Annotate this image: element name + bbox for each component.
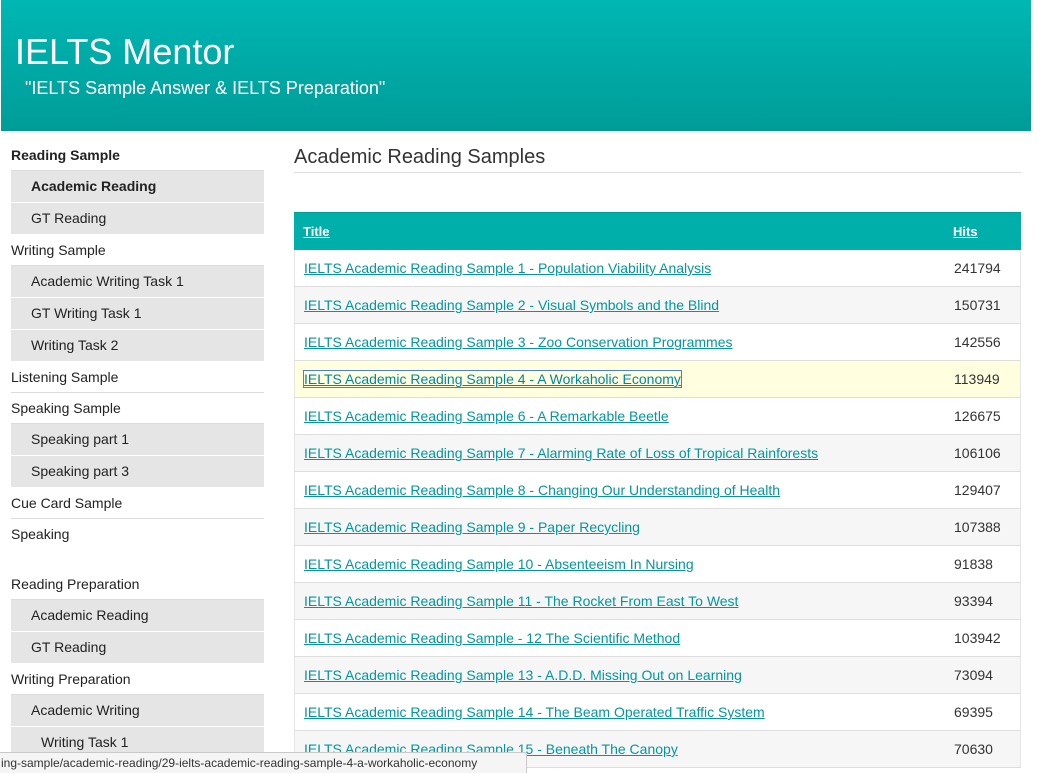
table-row: IELTS Academic Reading Sample 6 - A Rema… xyxy=(294,398,1021,435)
nav-academic-reading-sample[interactable]: Academic Reading xyxy=(11,171,264,203)
hits-count: 93394 xyxy=(954,593,993,609)
nav-writing-preparation[interactable]: Writing Preparation xyxy=(11,664,264,695)
site-title[interactable]: IELTS Mentor xyxy=(15,32,234,72)
nav-speaking-part-3[interactable]: Speaking part 3 xyxy=(11,456,264,488)
table-body: IELTS Academic Reading Sample 1 - Popula… xyxy=(294,250,1021,768)
article-link[interactable]: IELTS Academic Reading Sample - 12 The S… xyxy=(304,630,680,646)
column-header-title[interactable]: Title xyxy=(303,224,330,239)
nav-speaking-part-1[interactable]: Speaking part 1 xyxy=(11,424,264,456)
articles-table: Title Hits IELTS Academic Reading Sample… xyxy=(294,212,1021,768)
site-header: IELTS Mentor "IELTS Sample Answer & IELT… xyxy=(1,0,1031,131)
table-row: IELTS Academic Reading Sample 14 - The B… xyxy=(294,694,1021,731)
table-header: Title Hits xyxy=(294,212,1021,250)
article-link[interactable]: IELTS Academic Reading Sample 14 - The B… xyxy=(304,704,765,720)
nav-writing-sample[interactable]: Writing Sample xyxy=(11,235,264,266)
nav-speaking-sample[interactable]: Speaking Sample xyxy=(11,393,264,424)
nav-listening-sample[interactable]: Listening Sample xyxy=(11,362,264,393)
article-link[interactable]: IELTS Academic Reading Sample 9 - Paper … xyxy=(304,519,640,535)
sidebar-nav: Reading Sample Academic Reading GT Readi… xyxy=(11,140,264,759)
article-link[interactable]: IELTS Academic Reading Sample 10 - Absen… xyxy=(304,556,694,572)
table-row: IELTS Academic Reading Sample 11 - The R… xyxy=(294,583,1021,620)
article-link[interactable]: IELTS Academic Reading Sample 7 - Alarmi… xyxy=(304,445,818,461)
main-content: Academic Reading Samples Title Hits IELT… xyxy=(294,140,1021,768)
table-row: IELTS Academic Reading Sample 13 - A.D.D… xyxy=(294,657,1021,694)
table-row: IELTS Academic Reading Sample 9 - Paper … xyxy=(294,509,1021,546)
hits-count: 126675 xyxy=(954,408,1001,424)
table-row: IELTS Academic Reading Sample 2 - Visual… xyxy=(294,287,1021,324)
hits-count: 106106 xyxy=(954,445,1001,461)
hits-count: 142556 xyxy=(954,334,1001,350)
hits-count: 241794 xyxy=(954,260,1001,276)
hits-count: 113949 xyxy=(954,371,1000,387)
table-row: IELTS Academic Reading Sample 7 - Alarmi… xyxy=(294,435,1021,472)
nav-cue-card-sample[interactable]: Cue Card Sample xyxy=(11,488,264,519)
page-title: Academic Reading Samples xyxy=(294,140,1021,173)
table-row: IELTS Academic Reading Sample 3 - Zoo Co… xyxy=(294,324,1021,361)
nav-speaking[interactable]: Speaking xyxy=(11,519,264,550)
nav-reading-sample[interactable]: Reading Sample xyxy=(11,140,264,171)
hits-count: 107388 xyxy=(954,519,1001,535)
article-link[interactable]: IELTS Academic Reading Sample 2 - Visual… xyxy=(304,297,719,313)
nav-gt-writing-task-1[interactable]: GT Writing Task 1 xyxy=(11,298,264,330)
table-row: IELTS Academic Reading Sample - 12 The S… xyxy=(294,620,1021,657)
article-link[interactable]: IELTS Academic Reading Sample 11 - The R… xyxy=(304,593,738,609)
table-row: IELTS Academic Reading Sample 10 - Absen… xyxy=(294,546,1021,583)
hits-count: 70630 xyxy=(954,741,993,757)
hits-count: 129407 xyxy=(954,482,1001,498)
site-tagline: "IELTS Sample Answer & IELTS Preparation… xyxy=(25,78,386,98)
nav-writing-task-2[interactable]: Writing Task 2 xyxy=(11,330,264,362)
nav-gt-reading-prep[interactable]: GT Reading xyxy=(11,632,264,664)
article-link[interactable]: IELTS Academic Reading Sample 8 - Changi… xyxy=(304,482,780,498)
nav-academic-reading-prep[interactable]: Academic Reading xyxy=(11,600,264,632)
hits-count: 73094 xyxy=(954,667,993,683)
hits-count: 150731 xyxy=(954,297,1001,313)
hits-count: 103942 xyxy=(954,630,1001,646)
nav-academic-writing-task-1[interactable]: Academic Writing Task 1 xyxy=(11,266,264,298)
nav-reading-preparation[interactable]: Reading Preparation xyxy=(11,569,264,600)
column-header-hits[interactable]: Hits xyxy=(953,224,978,239)
hits-count: 91838 xyxy=(954,556,993,572)
article-link[interactable]: IELTS Academic Reading Sample 6 - A Rema… xyxy=(304,408,669,424)
article-link[interactable]: IELTS Academic Reading Sample 4 - A Work… xyxy=(303,370,682,388)
article-link[interactable]: IELTS Academic Reading Sample 3 - Zoo Co… xyxy=(304,334,733,350)
article-link[interactable]: IELTS Academic Reading Sample 13 - A.D.D… xyxy=(304,667,742,683)
table-row: IELTS Academic Reading Sample 1 - Popula… xyxy=(294,250,1021,287)
hits-count: 69395 xyxy=(954,704,993,720)
nav-academic-writing-prep[interactable]: Academic Writing xyxy=(11,695,264,727)
nav-gt-reading-sample[interactable]: GT Reading xyxy=(11,203,264,235)
article-link[interactable]: IELTS Academic Reading Sample 1 - Popula… xyxy=(304,260,711,276)
table-row: IELTS Academic Reading Sample 4 - A Work… xyxy=(294,361,1021,398)
link-status-bar: ing-sample/academic-reading/29-ielts-aca… xyxy=(0,752,527,773)
table-row: IELTS Academic Reading Sample 8 - Changi… xyxy=(294,472,1021,509)
